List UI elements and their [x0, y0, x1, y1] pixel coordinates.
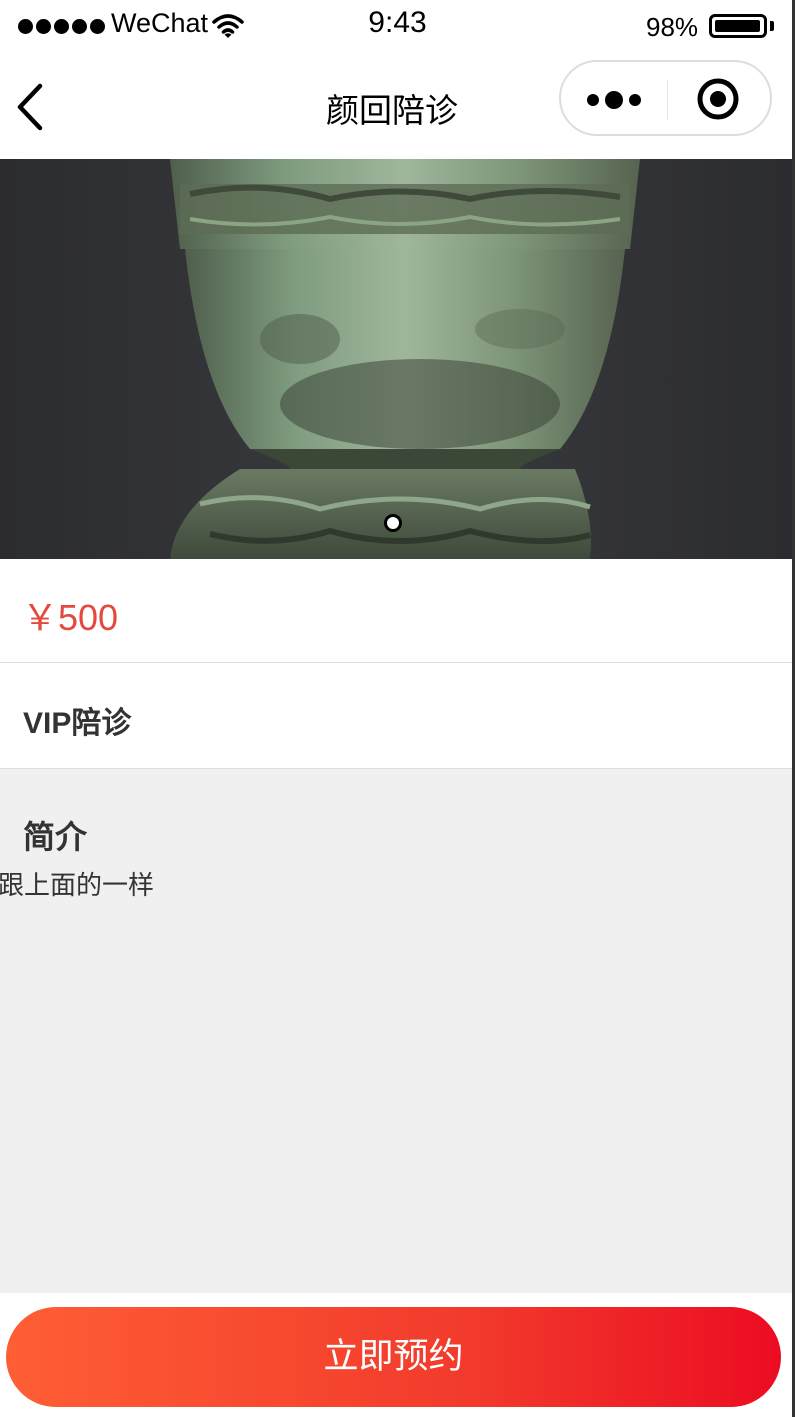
price-section: ￥500	[0, 559, 795, 663]
bronze-vessel-image	[170, 159, 640, 559]
battery-percentage: 98%	[646, 12, 699, 42]
intro-heading: 简介	[23, 818, 88, 856]
close-miniprogram-icon[interactable]	[693, 74, 743, 124]
service-name-section: VIP陪诊	[0, 663, 795, 769]
status-bar: WeChat 9:43 98%	[0, 0, 795, 52]
battery-icon	[709, 14, 774, 38]
navigation-bar: 颜回陪诊	[0, 52, 795, 159]
book-now-button[interactable]: 立即预约	[6, 1307, 781, 1407]
miniprogram-capsule	[559, 60, 772, 136]
service-name: VIP陪诊	[23, 707, 132, 740]
carousel-indicator-dot[interactable]	[384, 514, 402, 532]
more-options-icon[interactable]	[581, 82, 651, 118]
capsule-divider	[667, 80, 668, 120]
price-label: ￥500	[22, 597, 119, 638]
intro-text: 跟上面的一样	[0, 871, 155, 901]
product-image-carousel[interactable]	[0, 159, 795, 559]
bottom-action-bar: 立即预约	[0, 1293, 795, 1417]
